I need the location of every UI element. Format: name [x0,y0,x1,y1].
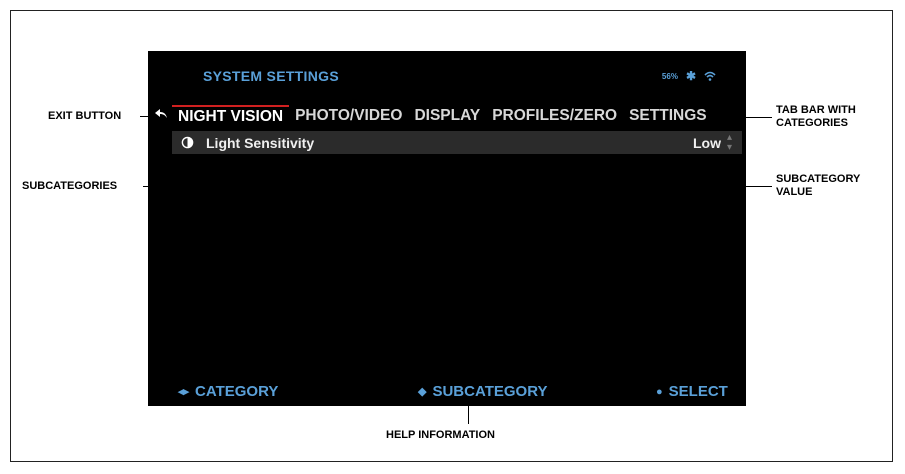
subcategory-row[interactable]: Light Sensitivity Low ▴ ▾ [172,131,742,154]
help-select-label: SELECT [668,383,728,400]
leader-value-v [698,155,699,186]
tab-display[interactable]: DISPLAY [408,105,486,127]
help-subcategory: ◆ SUBCATEGORY [418,383,547,400]
callout-subcategory-value: SUBCATEGORY VALUE [776,173,861,198]
screen-title: SYSTEM SETTINGS [203,68,339,84]
left-right-arrows-icon: ◂▸ [178,386,190,398]
leader-help [468,406,469,424]
leader-exit [140,116,154,117]
help-category: ◂▸ CATEGORY [178,383,278,400]
light-sensitivity-icon [180,136,194,150]
bluetooth-icon: ✱ [685,69,696,83]
help-select: ● SELECT [656,383,728,400]
callout-subcategories: SUBCATEGORIES [22,180,118,192]
leader-value-h [698,186,772,187]
tab-bar: NIGHT VISION PHOTO/VIDEO DISPLAY PROFILE… [172,105,732,127]
tab-night-vision[interactable]: NIGHT VISION [172,105,290,127]
leader-subcategories-h [143,186,233,187]
subcategory-value: Low [692,134,721,151]
tab-profiles-zero[interactable]: PROFILES/ZERO [486,105,623,127]
wifi-icon [704,71,716,81]
leader-tab-bar [732,117,772,118]
subcategory-label: Light Sensitivity [206,134,315,151]
status-bar: 56% ✱ [662,69,716,83]
help-subcategory-label: SUBCATEGORY [432,383,548,400]
tab-settings[interactable]: SETTINGS [623,105,713,127]
up-down-help-icon: ◆ [418,386,427,398]
up-down-arrows-icon: ▴ ▾ [726,131,732,153]
battery-percent: 56% [661,71,678,81]
callout-help-information: HELP INFORMATION [386,429,495,441]
callout-tab-bar: TAB BAR WITH CATEGORIES [776,104,856,129]
callout-exit-button: EXIT BUTTON [48,110,122,122]
device-screen: SYSTEM SETTINGS 56% ✱ NIGHT VISION PHOTO… [148,51,746,406]
help-category-label: CATEGORY [195,383,279,400]
exit-arrow-icon[interactable] [155,109,167,119]
leader-subcategories-v [232,155,233,187]
tab-photo-video[interactable]: PHOTO/VIDEO [289,105,408,127]
select-dot-icon: ● [656,385,663,398]
